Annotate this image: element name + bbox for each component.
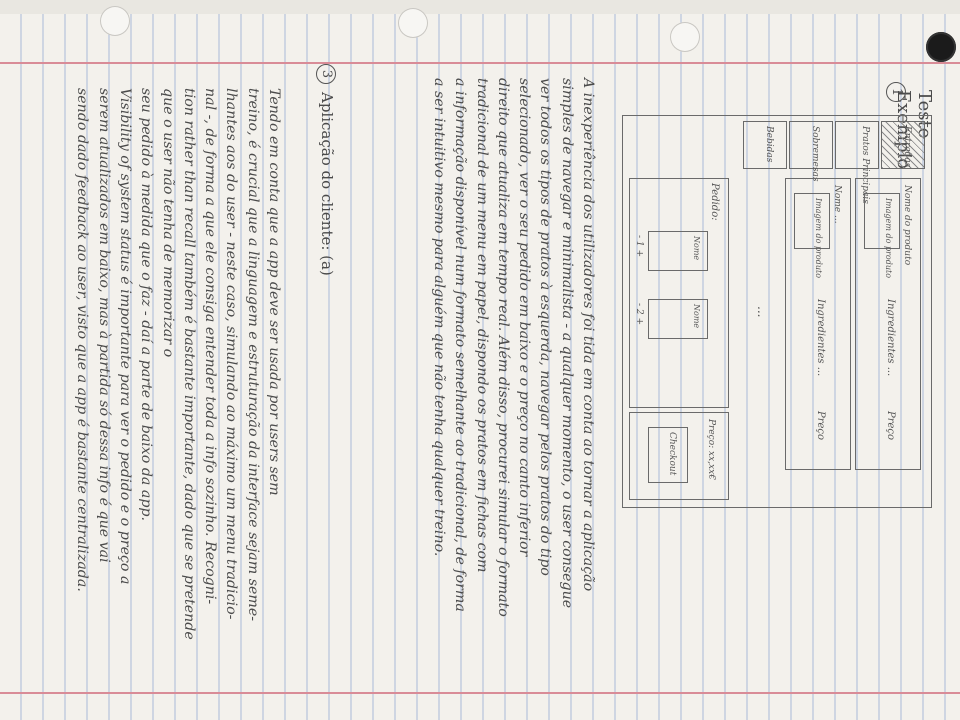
text-line: a ser intuitivo mesmo para alguém que nã… bbox=[430, 78, 447, 557]
binder-hole bbox=[670, 22, 700, 52]
text-line: a informação disponível num formato seme… bbox=[452, 78, 469, 612]
quantity-stepper: - 2 + bbox=[634, 303, 644, 325]
text-line: sendo dado feedback ao user, visto que a… bbox=[74, 88, 91, 592]
quantity-value: 1 bbox=[634, 240, 644, 247]
text-line: Tendo em conta que a app deve ser usada … bbox=[266, 88, 282, 496]
product-image-box: Imagem do produto bbox=[794, 193, 830, 278]
increment-glyph: + bbox=[634, 249, 644, 258]
binder-hole bbox=[926, 32, 956, 62]
text-line: que o user não tenha de memorizar o bbox=[159, 88, 176, 358]
text-line: tradicional de um menu em papel, dispond… bbox=[473, 78, 490, 573]
text-line: lhantes aos do user - neste caso, simula… bbox=[223, 88, 240, 620]
category-tab-sobremesas: Sobremesas bbox=[789, 121, 833, 181]
product-ingredients: Ingredientes ... bbox=[885, 299, 896, 377]
binder-hole bbox=[100, 6, 130, 36]
order-label: Pedido: bbox=[709, 183, 720, 221]
order-item: Nome bbox=[648, 299, 708, 339]
order-item-name: Nome bbox=[692, 304, 701, 329]
product-card: Nome do produto Imagem do produto Ingred… bbox=[855, 178, 921, 470]
question-1-number-text: 1 bbox=[886, 82, 906, 102]
product-name: Nome do produto bbox=[902, 185, 912, 266]
question-3-title: Aplicação do cliente: (a) bbox=[318, 92, 336, 276]
question-1-number: 1 bbox=[886, 82, 908, 102]
category-label: Bebidas bbox=[764, 126, 774, 163]
text-line: direito que atualiza em tempo real. Além… bbox=[494, 78, 511, 617]
margin-line-top bbox=[0, 62, 960, 64]
product-image-label: Imagem do produto bbox=[884, 198, 893, 279]
category-tab-entradas: Entradas bbox=[881, 121, 925, 169]
category-tab-pratos: Pratos Principais bbox=[835, 121, 879, 204]
binder-hole bbox=[398, 8, 428, 38]
question-3-paragraph: Tendo em conta que a app deve ser usada … bbox=[71, 88, 284, 640]
product-ingredients: Ingredientes ... bbox=[815, 299, 826, 377]
checkout-label: Checkout bbox=[667, 432, 677, 476]
text-line: A inexperiência dos utilizadores foi tid… bbox=[580, 78, 596, 592]
product-image-label: Imagem do produto bbox=[814, 198, 823, 279]
quantity-value: 2 bbox=[634, 308, 644, 315]
text-line: seu pedido à medida que o faz - daí a pa… bbox=[138, 88, 155, 522]
decrement-glyph: - bbox=[634, 235, 644, 239]
text-line: tion rather than recall também é bastant… bbox=[180, 88, 197, 640]
question-1-paragraph: A inexperiência dos utilizadores foi tid… bbox=[428, 78, 598, 617]
product-price: Preço bbox=[815, 411, 826, 441]
product-price: Preço bbox=[885, 411, 896, 441]
quantity-stepper: - 1 + bbox=[634, 235, 644, 257]
total-panel: Preço: xx,xx€ Checkout bbox=[629, 412, 729, 500]
order-panel: Pedido: Nome Nome - 1 + - 2 + bbox=[629, 178, 729, 408]
question-3-number: 3 bbox=[316, 64, 338, 84]
notebook-page: Teste Exemplo 1 A inexperiência dos util… bbox=[0, 0, 960, 720]
page-top-edge bbox=[0, 0, 960, 14]
increment-glyph: + bbox=[634, 317, 644, 326]
order-item-name: Nome bbox=[692, 236, 701, 261]
text-line: treino, é crucial que a linguagem e estr… bbox=[244, 88, 261, 622]
category-tab-bebidas: Bebidas bbox=[743, 121, 787, 169]
decrement-glyph: - bbox=[634, 303, 644, 307]
text-line: nal -, de forma a que ele consiga entend… bbox=[202, 88, 219, 605]
product-name: Nome ... bbox=[832, 185, 842, 224]
text-line: ver todos os tipos de pratos à esquerda,… bbox=[537, 78, 554, 576]
checkout-button-sketch: Checkout bbox=[648, 427, 688, 483]
margin-line-bottom bbox=[0, 692, 960, 694]
product-image-box: Imagem do produto bbox=[864, 193, 900, 278]
more-products-ellipsis: ... bbox=[755, 306, 769, 318]
wireframe-app-frame: Entradas Pratos Principais Sobremesas Be… bbox=[622, 115, 932, 508]
question-3-number-text: 3 bbox=[316, 64, 336, 84]
category-label: Entradas bbox=[902, 126, 912, 168]
total-price: Preço: xx,xx€ bbox=[706, 419, 716, 480]
order-item: Nome bbox=[648, 231, 708, 271]
product-card: Nome ... Imagem do produto Ingredientes … bbox=[785, 178, 851, 470]
text-line: simples de navegar e minimalista - a qua… bbox=[558, 78, 575, 609]
category-label: Sobremesas bbox=[810, 126, 820, 182]
text-line: selecionado, ver o seu pedido em baixo e… bbox=[516, 78, 533, 557]
text-line: Visibility of system status é importante… bbox=[116, 88, 133, 585]
text-line: serem atualizados em baixo, mas à partid… bbox=[95, 88, 112, 563]
